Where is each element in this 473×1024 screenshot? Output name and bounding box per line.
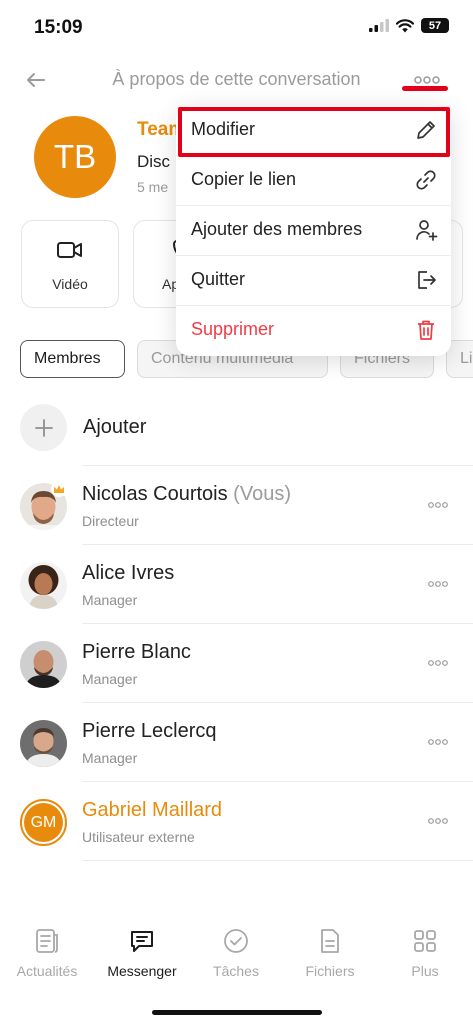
add-user-icon [416, 220, 438, 241]
signal-icon [369, 19, 389, 32]
nav-item-more[interactable]: Plus [378, 925, 472, 985]
member-row-nicolas-courtois[interactable]: Nicolas Courtois (Vous) Directeur [0, 467, 473, 545]
nav-item-files[interactable]: Fichiers [283, 925, 377, 985]
menu-item-delete[interactable]: Supprimer [176, 306, 451, 356]
pencil-icon [417, 121, 435, 139]
tab-members[interactable]: Membres [20, 340, 125, 378]
admin-crown-icon [51, 481, 67, 497]
conversation-member-count: 5 me [137, 179, 169, 195]
nav-item-messenger[interactable]: Messenger [95, 925, 189, 985]
member-role: Manager [82, 592, 138, 608]
member-more-icon[interactable] [427, 813, 449, 829]
nav-label: Plus [411, 963, 439, 979]
wifi-icon [396, 18, 414, 32]
exit-icon [418, 271, 436, 289]
menu-item-label: Copier le lien [191, 169, 297, 189]
add-member-row[interactable]: Ajouter [20, 404, 473, 452]
nav-label: Messenger [107, 963, 177, 979]
avatar-initials: GM [24, 803, 63, 842]
nav-label: Tâches [213, 963, 259, 979]
member-name: Alice Ivres [82, 562, 175, 584]
member-row-pierre-blanc[interactable]: Pierre Blanc Manager [0, 625, 473, 703]
member-more-icon[interactable] [427, 655, 449, 671]
avatar [20, 720, 67, 767]
conversation-avatar: TB [34, 116, 116, 198]
video-camera-icon [57, 242, 82, 258]
you-label: (Vous) [233, 483, 291, 505]
member-more-icon[interactable] [427, 576, 449, 592]
battery-icon: 57 [421, 18, 449, 33]
menu-item-modifier[interactable]: Modifier [176, 106, 451, 156]
nav-label: Actualités [16, 963, 78, 979]
chat-icon [131, 931, 153, 952]
status-icons: 57 [369, 18, 449, 33]
menu-item-label: Supprimer [191, 319, 275, 339]
conversation-type: Disc [137, 152, 171, 171]
member-row-pierre-leclercq[interactable]: Pierre Leclercq Manager [0, 704, 473, 782]
menu-item-leave[interactable]: Quitter [176, 256, 451, 306]
news-icon [36, 929, 58, 953]
divider [82, 544, 473, 545]
nav-item-news[interactable]: Actualités [0, 925, 94, 985]
trash-icon [418, 320, 434, 340]
menu-item-label: Ajouter des membres [191, 219, 363, 239]
file-icon [321, 929, 339, 953]
plus-icon [34, 418, 53, 437]
video-call-button[interactable]: Vidéo [21, 220, 119, 308]
nav-item-tasks[interactable]: Tâches [189, 925, 283, 985]
member-name: Gabriel Maillard [82, 799, 223, 821]
divider [82, 781, 473, 782]
status-time: 15:09 [34, 17, 83, 38]
menu-item-label: Quitter [191, 269, 246, 289]
add-member-button[interactable] [20, 404, 67, 451]
member-name: Pierre Blanc [82, 641, 191, 663]
divider [82, 860, 473, 861]
link-icon [416, 170, 436, 190]
menu-item-copy-link[interactable]: Copier le lien [176, 156, 451, 206]
header: À propos de cette conversation [0, 58, 473, 102]
member-row-gabriel-maillard[interactable]: GM Gabriel Maillard Utilisateur externe [0, 783, 473, 861]
divider [82, 465, 473, 466]
member-role: Manager [82, 750, 138, 766]
divider [82, 623, 473, 624]
member-row-alice-ivres[interactable]: Alice Ivres Manager [0, 546, 473, 624]
member-role: Manager [82, 671, 138, 687]
avatar [20, 562, 67, 609]
member-role: Directeur [82, 513, 139, 529]
video-call-label: Vidéo [52, 276, 88, 292]
check-circle-icon [224, 929, 248, 953]
grid-icon [414, 930, 436, 952]
avatar: GM [20, 799, 67, 846]
member-name: Pierre Leclercq [82, 720, 217, 742]
member-more-icon[interactable] [427, 734, 449, 750]
member-more-icon[interactable] [427, 497, 449, 513]
menu-item-label: Modifier [191, 119, 256, 139]
divider [82, 702, 473, 703]
avatar [20, 641, 67, 688]
bottom-nav: Actualités Messenger Tâches Fichiers Plu… [0, 925, 473, 995]
member-role: Utilisateur externe [82, 829, 195, 845]
nav-label: Fichiers [305, 963, 355, 979]
more-button-underline [402, 86, 448, 91]
status-bar: 15:09 57 [0, 0, 473, 56]
add-member-label: Ajouter [83, 416, 147, 438]
home-indicator [152, 1010, 322, 1015]
member-name: Nicolas Courtois (Vous) [82, 483, 291, 505]
menu-item-add-members[interactable]: Ajouter des membres [176, 206, 451, 256]
